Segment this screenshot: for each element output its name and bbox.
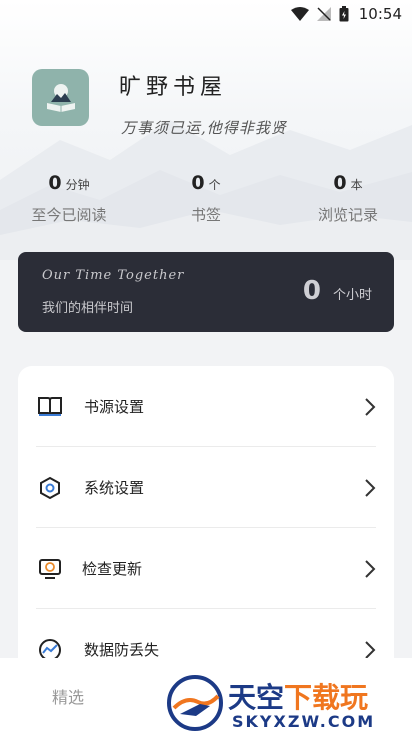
- watermark-title-a: 天空: [228, 681, 285, 714]
- chevron-right-icon: [365, 640, 376, 659]
- menu-item-system-settings[interactable]: 系统设置: [36, 447, 376, 528]
- app-motto: 万事须己运,他得非我贤: [121, 119, 287, 137]
- watermark-logo-icon: [167, 675, 223, 731]
- battery-icon: [339, 6, 349, 22]
- chevron-right-icon: [365, 397, 376, 416]
- chevron-right-icon: [365, 559, 376, 578]
- stat-value: 0: [191, 172, 205, 194]
- stat-unit: 个: [208, 178, 221, 192]
- chevron-right-icon: [365, 478, 376, 497]
- stat-label: 书签: [190, 206, 221, 224]
- signal-off-icon: [316, 7, 331, 21]
- tab-featured[interactable]: 精选: [52, 684, 84, 708]
- stat-label: 浏览记录: [317, 206, 378, 224]
- together-hours-unit: 个小时: [332, 288, 372, 303]
- stat-unit: 本: [350, 178, 363, 192]
- site-watermark: 天空下载玩 SKYXZW.COM: [166, 672, 412, 732]
- together-title-en: Our Time Together: [42, 268, 185, 283]
- together-hours-value: 0: [302, 276, 321, 306]
- stat-value: 0: [48, 172, 62, 194]
- stat-value: 0: [333, 172, 347, 194]
- menu-item-book-source[interactable]: 书源设置: [36, 366, 376, 447]
- stat-history[interactable]: 0 本 浏览记录: [304, 172, 392, 225]
- monitor-refresh-icon: [36, 555, 64, 583]
- reading-stats: 0 分钟 至今已阅读 0 个 书签 0 本 浏览记录: [0, 172, 412, 232]
- stat-unit: 分钟: [65, 178, 90, 192]
- stat-bookmarks[interactable]: 0 个 书签: [168, 172, 244, 225]
- app-header: 旷野书屋 万事须己运,他得非我贤: [32, 69, 287, 138]
- app-title: 旷野书屋: [119, 75, 228, 100]
- watermark-title: 天空下载玩: [228, 676, 368, 716]
- status-bar: 10:54: [0, 0, 412, 28]
- stat-label: 至今已阅读: [31, 206, 107, 224]
- settings-menu: 书源设置 系统设置 检查更新 数据防丢失: [18, 366, 394, 676]
- menu-item-label: 系统设置: [84, 479, 145, 497]
- menu-item-label: 检查更新: [82, 560, 143, 578]
- stat-reading-time[interactable]: 0 分钟 至今已阅读: [23, 172, 115, 225]
- hexagon-settings-icon: [36, 474, 64, 502]
- menu-item-label: 书源设置: [84, 398, 145, 416]
- menu-item-check-update[interactable]: 检查更新: [36, 528, 376, 609]
- book-open-icon: [36, 393, 64, 421]
- watermark-domain: SKYXZW.COM: [232, 712, 376, 731]
- app-logo: [32, 69, 89, 126]
- book-mountain-icon: [46, 83, 75, 112]
- status-time: 10:54: [358, 5, 402, 23]
- time-together-card[interactable]: Our Time Together 我们的相伴时间 0 个小时: [18, 252, 394, 332]
- wifi-icon: [290, 7, 309, 21]
- menu-item-label: 数据防丢失: [84, 641, 160, 659]
- watermark-title-b: 下载玩: [284, 681, 369, 714]
- together-title-cn: 我们的相伴时间: [42, 301, 134, 316]
